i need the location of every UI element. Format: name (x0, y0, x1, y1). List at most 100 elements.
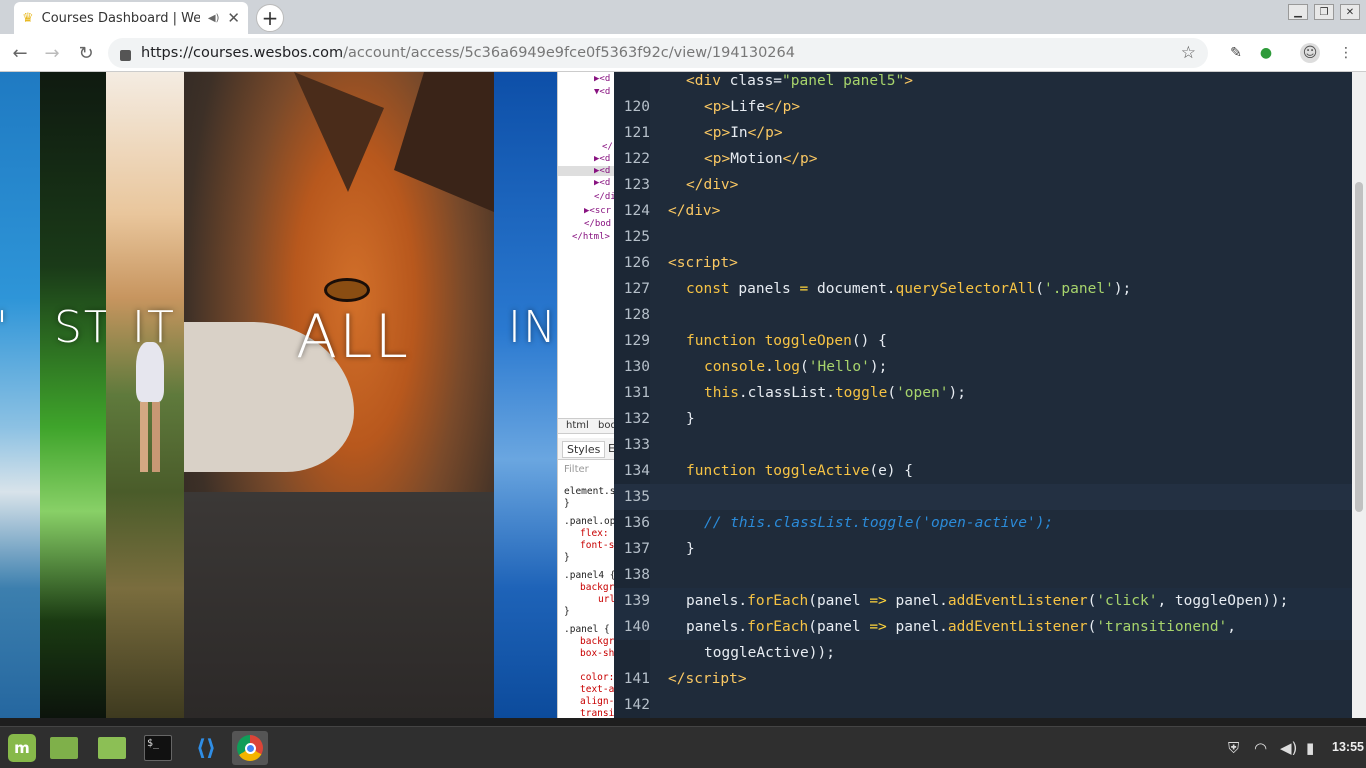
code-line[interactable]: 126 <script> (614, 250, 1366, 276)
code-editor[interactable]: <div class="panel panel5"> 120 <p>Life</p>… (614, 72, 1366, 718)
editor-scrollbar[interactable] (1352, 72, 1366, 718)
code-line[interactable]: 120 <p>Life</p> (614, 94, 1366, 120)
code-line[interactable]: 130 console.log('Hello'); (614, 354, 1366, 380)
code-line[interactable]: 138 (614, 562, 1366, 588)
code-line[interactable]: 141 </script> (614, 666, 1366, 692)
dom-node[interactable]: ▶<d (594, 74, 610, 84)
style-rule-selector: .panel.op (564, 516, 615, 527)
code-line[interactable]: 142 (614, 692, 1366, 718)
back-arrow-icon[interactable]: ← (8, 42, 32, 64)
maximize-button[interactable]: ❐ (1314, 4, 1334, 20)
minimize-button[interactable]: ▁ (1288, 4, 1308, 20)
lock-icon (120, 49, 131, 61)
scrollbar-thumb[interactable] (1355, 182, 1363, 512)
style-prop[interactable]: flex: (580, 528, 609, 539)
code-line[interactable]: 122 <p>Motion</p> (614, 146, 1366, 172)
code-line[interactable]: 139 panels.forEach(panel => panel.addEven… (614, 588, 1366, 614)
code-line[interactable]: 140 panels.forEach(panel => panel.addEven… (614, 614, 1366, 640)
code-line[interactable]: 121 <p>In</p> (614, 120, 1366, 146)
menu-dots-icon[interactable]: ⋮ (1336, 43, 1356, 63)
dom-node[interactable]: ▼<d (594, 87, 610, 97)
panel-5[interactable]: IN (494, 72, 557, 718)
terminal-icon[interactable]: $_ (140, 731, 176, 765)
new-tab-button[interactable]: + (256, 4, 284, 32)
line-number: 134 (623, 463, 650, 479)
dom-node[interactable]: </ (602, 142, 613, 152)
panel-4[interactable]: ALL (184, 72, 494, 718)
battery-icon[interactable]: ▮ (1306, 739, 1314, 757)
bookmark-star-icon[interactable]: ☆ (1181, 43, 1196, 63)
chrome-icon[interactable] (232, 731, 268, 765)
url-domain: https://courses.wesbos.com (141, 45, 344, 61)
code-line[interactable]: 125 (614, 224, 1366, 250)
style-prop[interactable]: text-a (580, 684, 614, 695)
toolbar: ← → ↻ https://courses.wesbos.com/account… (0, 34, 1366, 72)
android-extension-icon[interactable]: ● (1256, 43, 1276, 63)
dom-node[interactable]: ▶<d (594, 154, 610, 164)
shield-icon[interactable]: ⛨ (1228, 739, 1239, 757)
dom-node[interactable]: ▶<d (594, 178, 610, 188)
style-prop[interactable]: align- (580, 696, 614, 707)
audio-icon[interactable]: ◀) (208, 13, 220, 24)
close-tab-icon[interactable]: ✕ (227, 9, 240, 27)
style-prop[interactable]: url (598, 594, 615, 605)
dom-node-selected[interactable]: ▶<d (558, 166, 615, 176)
close-window-button[interactable]: ✕ (1340, 4, 1360, 20)
wifi-icon[interactable]: ◠ (1254, 739, 1267, 757)
code-line[interactable]: 133 (614, 432, 1366, 458)
mint-menu-icon[interactable]: m (4, 731, 40, 765)
panel-1[interactable]: ' (0, 72, 40, 718)
panel-2[interactable]: n' STAKE (40, 72, 106, 718)
code-line[interactable]: 135 (614, 484, 1366, 510)
line-number: 127 (623, 281, 650, 297)
line-number: 122 (623, 151, 650, 167)
code-line[interactable]: toggleActive)); (614, 640, 1366, 666)
address-bar[interactable]: https://courses.wesbos.com/account/acces… (108, 38, 1208, 68)
panel-3[interactable]: IT (106, 72, 184, 718)
profile-avatar[interactable]: ☺ (1300, 43, 1320, 63)
code-line[interactable]: <div class="panel panel5"> (614, 72, 1366, 94)
style-prop[interactable]: backgr (580, 636, 614, 647)
line-number: 135 (623, 489, 650, 505)
panel-1-text: ' (0, 302, 10, 353)
eyedropper-extension-icon[interactable]: ✎ (1226, 43, 1246, 63)
folder-icon[interactable] (94, 731, 130, 765)
vscode-icon[interactable]: ⟨⟩ (188, 731, 224, 765)
dom-node[interactable]: </di (594, 192, 615, 202)
style-rule-close: } (564, 498, 570, 509)
dom-node[interactable]: ▶<scr (584, 206, 611, 216)
hiker-leg-right (152, 402, 160, 472)
dom-node[interactable]: </bod (584, 219, 611, 229)
code-line[interactable]: 132} (614, 406, 1366, 432)
style-rule-selector: .panel4 { (564, 570, 615, 581)
code-line[interactable]: 123 </div> (614, 172, 1366, 198)
style-rule-selector: .panel { (564, 624, 610, 635)
forward-arrow-icon[interactable]: → (40, 42, 64, 64)
code-line[interactable]: 124 </div> (614, 198, 1366, 224)
code-line[interactable]: 136 // this.classList.toggle('open-active… (614, 510, 1366, 536)
breadcrumb-html[interactable]: html (566, 420, 589, 431)
style-prop[interactable]: color: (580, 672, 614, 683)
tab-styles[interactable]: Styles (562, 441, 606, 458)
code-text: <div class="panel panel5"> (686, 73, 913, 89)
volume-icon[interactable]: ◀) (1280, 739, 1297, 757)
style-prop[interactable]: box-sh (580, 648, 614, 659)
style-prop[interactable]: transi (580, 708, 614, 718)
styles-filter-input[interactable]: Filter (564, 464, 589, 475)
style-prop[interactable]: font-s (580, 540, 614, 551)
page-content: ' n' STAKE IT ALL IN (0, 72, 557, 718)
browser-tab[interactable]: ♛ Courses Dashboard | Wes ◀) ✕ (14, 2, 248, 34)
reload-icon[interactable]: ↻ (74, 42, 98, 64)
code-line[interactable]: 128 (614, 302, 1366, 328)
code-line[interactable]: 127 const panels = document.querySelector… (614, 276, 1366, 302)
dom-node[interactable]: </html> (572, 232, 610, 242)
clock[interactable]: 13:55 (1332, 740, 1364, 754)
breadcrumb-body[interactable]: bod (598, 420, 615, 431)
style-prop[interactable]: backgr (580, 582, 614, 593)
code-line[interactable]: 129 function toggleOpen() { (614, 328, 1366, 354)
files-icon[interactable] (46, 731, 82, 765)
code-line[interactable]: 134 function toggleActive(e) { (614, 458, 1366, 484)
code-line[interactable]: 131 this.classList.toggle('open'); (614, 380, 1366, 406)
line-number: 131 (623, 385, 650, 401)
code-line[interactable]: 137} (614, 536, 1366, 562)
